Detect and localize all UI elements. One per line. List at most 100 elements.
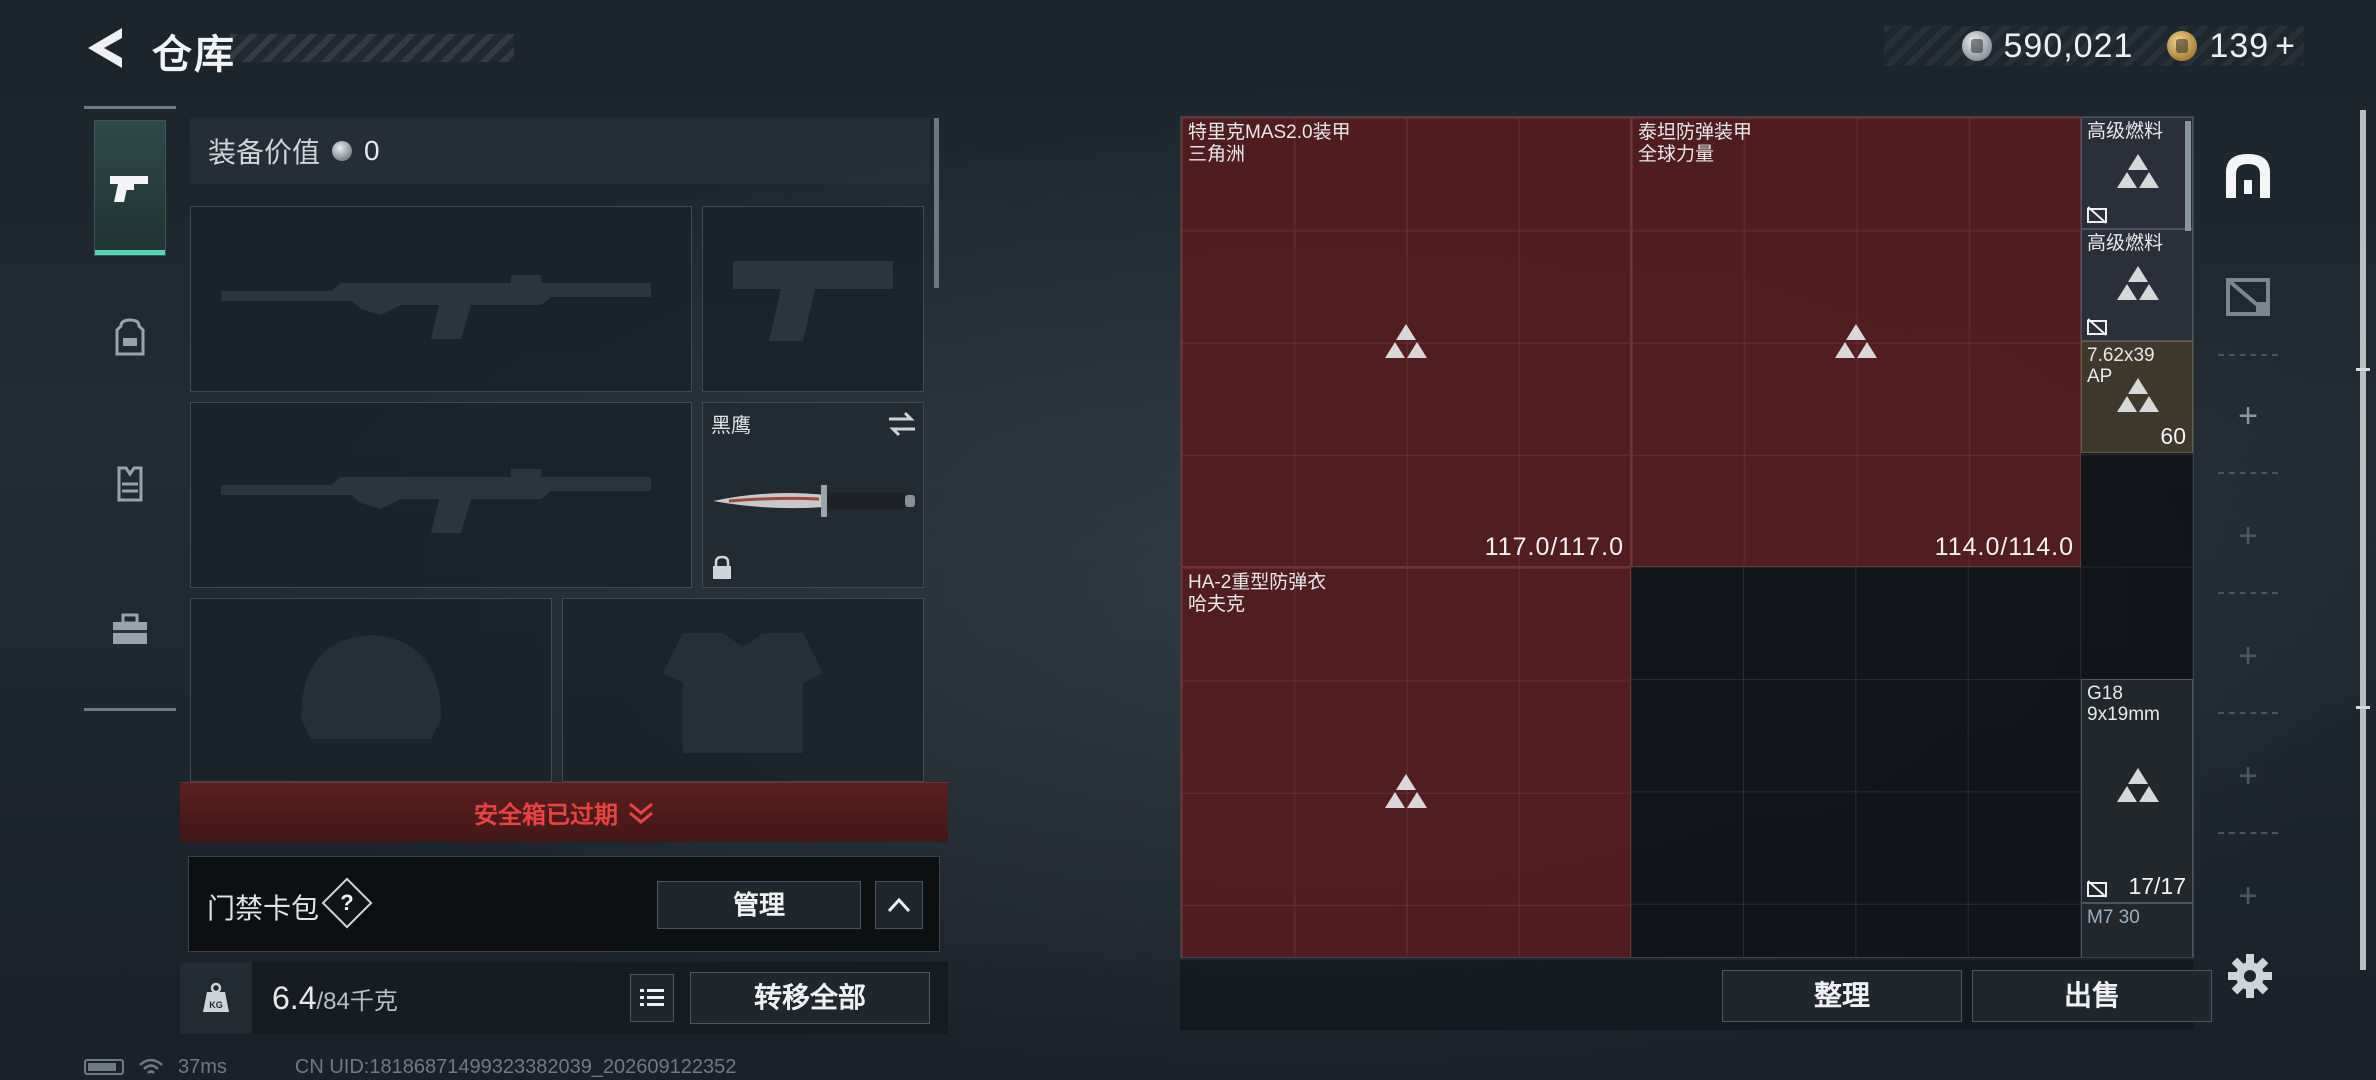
primary-weapon-slot[interactable] <box>190 206 692 392</box>
list-icon <box>640 989 664 1006</box>
item-rarity-icon <box>2117 768 2159 802</box>
armor-silhouette-icon <box>663 633 823 753</box>
no-insure-icon <box>2087 880 2107 898</box>
no-insure-icon <box>2087 206 2107 224</box>
tab-secondary-storage[interactable] <box>2212 246 2284 346</box>
sidearm-slot[interactable] <box>702 206 924 392</box>
ping-text: 37ms <box>178 1055 227 1078</box>
nav-bracket <box>84 708 176 711</box>
tab-backpack[interactable] <box>94 270 166 406</box>
gold-currency-value: 139 <box>2209 26 2270 65</box>
keycard-pack-label: 门禁卡包 <box>207 893 320 924</box>
manage-button[interactable]: 管理 <box>657 881 861 929</box>
item-name: 特里克MAS2.0装甲 三角洲 <box>1188 122 1351 165</box>
item-rarity-icon <box>2117 378 2159 412</box>
item-rarity-icon <box>2117 154 2159 188</box>
item-rarity-icon <box>1385 324 1427 358</box>
plus-icon: + <box>2238 396 2258 435</box>
item-count: 60 <box>2160 423 2186 449</box>
item-name: 泰坦防弹装甲 全球力量 <box>1638 122 1753 165</box>
equipment-value-label: 装备价值 <box>208 137 321 168</box>
capacity-text: 6.4/84千克 <box>272 980 398 1017</box>
wifi-icon <box>139 1058 163 1074</box>
plus-icon: + <box>2238 876 2258 915</box>
settings-button[interactable] <box>2226 952 2274 1000</box>
stash-item-fuel[interactable]: 高级燃料 <box>2081 117 2193 229</box>
equipment-value: 0 <box>364 135 380 166</box>
pistol-icon <box>110 176 148 202</box>
weight-icon: KG <box>203 982 229 1012</box>
collapse-button[interactable] <box>875 881 923 929</box>
scroll-marker <box>2356 368 2370 371</box>
secondary-weapon-slot[interactable] <box>190 402 692 588</box>
scroll-marker <box>2356 706 2370 709</box>
currency-bar: 590,021 139 + <box>1884 26 2304 66</box>
title-decoration <box>230 34 514 62</box>
add-storage-button[interactable]: + <box>2212 736 2284 816</box>
stash-item-g18[interactable]: G18 9x19mm 17/17 <box>2081 679 2193 903</box>
equipment-value-bar: 装备价值 0 <box>190 118 930 184</box>
rifle-silhouette-icon <box>221 275 651 339</box>
back-arrow-icon <box>88 28 122 68</box>
back-button[interactable] <box>84 24 128 72</box>
plus-icon: + <box>2238 516 2258 555</box>
help-button[interactable]: ? <box>321 877 373 929</box>
helmet-silhouette-icon <box>301 635 441 739</box>
swap-icon[interactable] <box>887 411 917 437</box>
silver-coin-icon <box>332 141 353 161</box>
lock-icon <box>713 555 731 579</box>
pistol-silhouette-icon <box>733 261 893 341</box>
plus-icon: + <box>2238 756 2258 795</box>
help-icon: ? <box>340 890 354 915</box>
add-storage-button[interactable]: + <box>2212 376 2284 456</box>
stash-item-armor-titan[interactable]: 泰坦防弹装甲 全球力量 114.0/114.0 <box>1631 117 2081 567</box>
equipment-scrollbar[interactable] <box>934 118 939 288</box>
item-durability: 117.0/117.0 <box>1484 533 1624 561</box>
storage-tabs: + + + + + <box>2212 116 2284 986</box>
capacity-current: 6.4 <box>272 980 317 1016</box>
tab-briefcase[interactable] <box>94 562 166 698</box>
melee-item-name: 黑鹰 <box>711 415 751 437</box>
page-scrollbar[interactable] <box>2360 110 2366 970</box>
add-storage-button[interactable]: + <box>2212 616 2284 696</box>
chevron-up-icon <box>887 897 911 913</box>
vest-icon <box>117 466 143 502</box>
rifle-silhouette-icon <box>221 469 651 533</box>
uid-text: CN UID:18186871499323382039_202609122352 <box>294 1055 737 1078</box>
tab-vest[interactable] <box>94 416 166 552</box>
helmet-slot[interactable] <box>190 598 552 782</box>
gold-coin-icon <box>2167 31 2198 61</box>
backpack-icon <box>115 318 145 356</box>
stash-grid: 特里克MAS2.0装甲 三角洲 117.0/117.0 泰坦防弹装甲 全球力量 11… <box>1180 116 2194 958</box>
stash-item-armor-ha2[interactable]: HA-2重型防弹衣 哈夫克 <box>1181 567 1631 957</box>
gear-icon <box>2228 954 2272 998</box>
page-title: 仓库 <box>152 33 236 77</box>
silver-coin-icon <box>1961 31 1992 61</box>
tab-home-storage[interactable] <box>2212 126 2284 226</box>
sort-button[interactable]: 整理 <box>1722 970 1962 1022</box>
safebox-status: 安全箱已过期 <box>474 802 618 829</box>
sell-button[interactable]: 出售 <box>1972 970 2212 1022</box>
melee-slot[interactable]: 黑鹰 <box>702 402 924 588</box>
add-storage-button[interactable]: + <box>2212 496 2284 576</box>
silver-currency-value: 590,021 <box>2003 26 2134 65</box>
storage-home-icon <box>2226 154 2270 198</box>
add-storage-button[interactable]: + <box>2212 856 2284 936</box>
stash-item-armor-mas[interactable]: 特里克MAS2.0装甲 三角洲 117.0/117.0 <box>1181 117 1631 567</box>
chevron-down-icon <box>629 802 653 824</box>
list-view-button[interactable] <box>630 974 674 1022</box>
add-gold-button[interactable]: + <box>2275 27 2296 66</box>
tab-weapons[interactable] <box>94 120 166 256</box>
stash-item-fuel[interactable]: 高级燃料 <box>2081 229 2193 341</box>
briefcase-icon <box>113 613 147 644</box>
safebox-expired-bar[interactable]: 安全箱已过期 <box>180 782 948 842</box>
stash-item-m7[interactable]: M7 30 <box>2081 903 2193 957</box>
stash-item-ammo-762[interactable]: 7.62x39 AP 60 <box>2081 341 2193 453</box>
armor-slot[interactable] <box>562 598 924 782</box>
item-count: 17/17 <box>2128 873 2186 899</box>
capacity-row: KG 6.4/84千克 转移全部 <box>180 962 948 1034</box>
no-insure-icon <box>2087 318 2107 336</box>
keycard-pack-row: 门禁卡包 ? 管理 <box>188 856 940 952</box>
transfer-all-button[interactable]: 转移全部 <box>690 972 930 1024</box>
stash-scrollbar[interactable] <box>2185 121 2191 231</box>
